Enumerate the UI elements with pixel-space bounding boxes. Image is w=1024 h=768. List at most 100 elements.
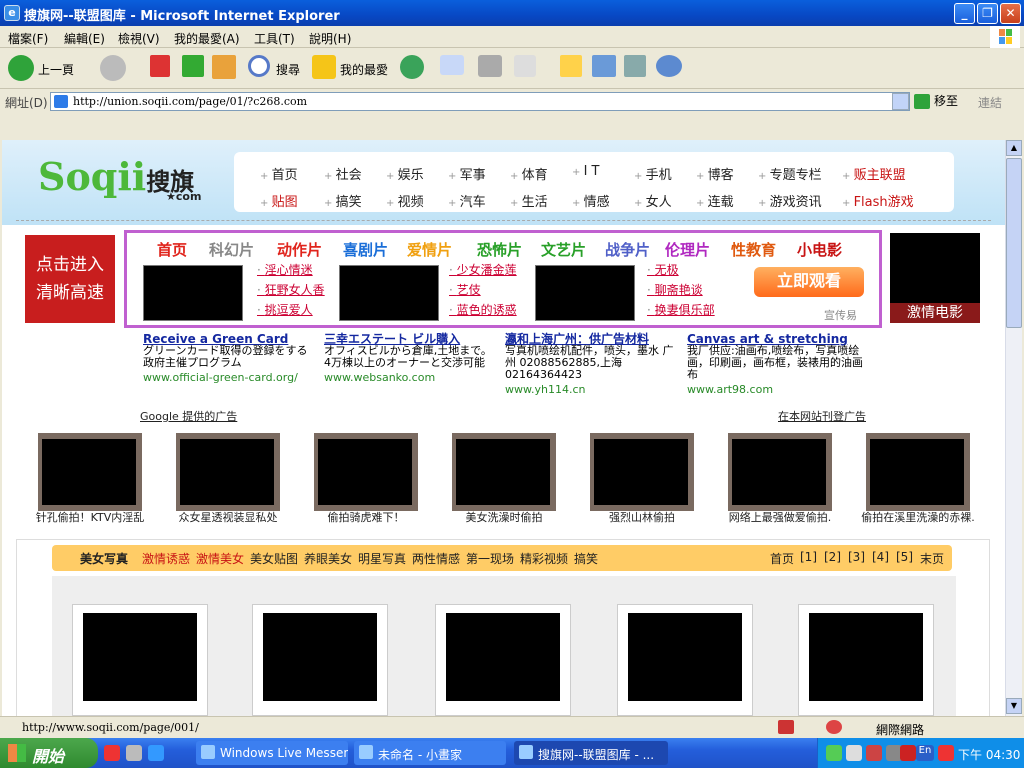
history-icon[interactable] [400,55,424,79]
address-input[interactable]: http://union.soqii.com/page/01/?c268.com [50,92,910,111]
nav-link[interactable]: 手机 [634,164,672,183]
forward-icon[interactable] [100,55,126,81]
ad-category-link[interactable]: 动作片 [277,239,322,260]
nav-link[interactable]: 专题专栏 [758,164,822,183]
nav-link[interactable]: 博客 [696,164,734,183]
ad-category-link[interactable]: 伦理片 [665,239,710,260]
media-icon[interactable] [624,55,646,77]
scroll-down-icon[interactable]: ▼ [1006,698,1022,714]
photo-card[interactable] [798,604,934,716]
pagination-link[interactable]: [4] [872,550,889,564]
pagination-link[interactable]: [2] [824,550,841,564]
category-link[interactable]: 明星写真 [358,550,406,567]
thumbnail[interactable] [728,433,832,511]
stop-icon[interactable] [150,55,170,77]
menu-view[interactable]: 檢視(V) [118,30,160,47]
site-logo[interactable]: Soqii搜旗 ★com [38,154,201,203]
ad-category-link[interactable]: 喜剧片 [343,239,388,260]
photo-thumbnail[interactable] [446,613,560,701]
taskbar-button-paint[interactable]: 未命名 - 小畫家 [354,741,506,765]
print-icon[interactable] [478,55,502,77]
nav-link[interactable]: 娱乐 [386,164,424,183]
start-button[interactable]: 開始 [0,738,98,768]
nav-link[interactable]: 首页 [260,164,298,183]
google-ad[interactable]: Receive a Green Card グリーンカード取得の登録をする 政府主… [143,333,319,384]
thumbnail-caption[interactable]: 针孔偷拍！KTV内淫乱 [20,509,160,525]
nav-link[interactable]: 生活 [510,191,548,210]
thumbnail[interactable] [314,433,418,511]
search-icon[interactable] [248,55,270,77]
thumbnail[interactable] [866,433,970,511]
thumbnail-image[interactable] [318,439,412,505]
ad-image[interactable] [535,265,635,321]
nav-link[interactable]: 搞笑 [324,191,362,210]
pagination-link[interactable]: 末页 [920,550,944,567]
tray-icon[interactable] [846,745,862,761]
nav-link[interactable]: 贩主联盟 [842,164,906,183]
nav-link[interactable]: 游戏资讯 [758,191,822,210]
thumbnail-caption[interactable]: 偷拍在溪里洗澡的赤裸. [848,509,988,525]
ad-category-link[interactable]: 战争片 [605,239,650,260]
nav-link[interactable]: 情感 [572,191,610,210]
category-link[interactable]: 第一现场 [466,550,514,567]
edit-icon[interactable] [514,55,536,77]
taskbar-button-messenger[interactable]: Windows Live Messen... [196,741,348,765]
google-ad[interactable]: Canvas art & stretching 我厂供应:油画布,喷绘布，写真喷… [687,333,863,396]
menu-edit[interactable]: 編輯(E) [64,30,105,47]
quicklaunch-icon[interactable] [148,745,164,761]
scroll-thumb[interactable] [1006,158,1022,328]
category-link[interactable]: 两性情感 [412,550,460,567]
scroll-up-icon[interactable]: ▲ [1006,140,1022,156]
ad-category-link[interactable]: 科幻片 [209,239,254,260]
pagination-link[interactable]: [3] [848,550,865,564]
ad-provider-label[interactable]: 宣传易 [824,307,857,323]
maximize-button[interactable]: ❐ [977,3,998,24]
thumbnail[interactable] [176,433,280,511]
back-icon[interactable] [8,55,34,81]
photo-thumbnail[interactable] [263,613,377,701]
research-icon[interactable] [592,55,616,77]
thumbnail[interactable] [38,433,142,511]
photo-card[interactable] [617,604,753,716]
nav-link[interactable]: Flash游戏 [842,191,914,210]
tray-icon[interactable] [866,745,882,761]
category-link[interactable]: 养眼美女 [304,550,352,567]
ad-link[interactable]: 狂野女人香 [257,281,325,298]
vertical-scrollbar[interactable]: ▲ ▼ [1005,140,1022,716]
address-dropdown-icon[interactable] [892,93,909,110]
pagination-link[interactable]: [1] [800,550,817,564]
nav-link[interactable]: 汽车 [448,191,486,210]
menu-help[interactable]: 說明(H) [309,30,351,47]
ad-category-link[interactable]: 文艺片 [541,239,586,260]
nav-link[interactable]: 贴图 [260,191,298,210]
ad-category-link[interactable]: 性教育 [731,239,776,260]
search-button[interactable]: 搜尋 [276,61,300,78]
thumbnail-image[interactable] [42,439,136,505]
watch-now-button[interactable]: 立即观看 [754,267,864,297]
ad-category-link[interactable]: 恐怖片 [477,239,522,260]
close-button[interactable]: ✕ [1000,3,1021,24]
ad-link[interactable]: 无极 [647,261,679,278]
photo-card[interactable] [252,604,388,716]
category-link[interactable]: 美女写真 [80,550,128,567]
home-icon[interactable] [212,55,236,79]
nav-link[interactable]: 连载 [696,191,734,210]
category-link[interactable]: 激情美女 [196,550,244,567]
nav-link[interactable]: 社会 [324,164,362,183]
photo-thumbnail[interactable] [83,613,197,701]
photo-thumbnail[interactable] [809,613,923,701]
thumbnail-caption[interactable]: 强烈山林偷拍 [572,509,712,525]
back-button[interactable]: 上一頁 [38,61,74,78]
pagination-link[interactable]: [5] [896,550,913,564]
nav-link[interactable]: I T [572,164,600,179]
thumbnail[interactable] [590,433,694,511]
ad-link[interactable]: 换妻俱乐部 [647,301,715,318]
menu-favorites[interactable]: 我的最愛(A) [174,30,240,47]
menu-tools[interactable]: 工具(T) [254,30,295,47]
google-ad[interactable]: 三幸エステート ビル購入 オフィスビルから倉庫,土地まで。 4万棟以上のオーナー… [324,333,500,384]
language-indicator[interactable]: En [916,745,934,761]
minimize-button[interactable]: _ [954,3,975,24]
thumbnail-caption[interactable]: 偷拍骑虎难下！ [296,509,436,525]
popup-blocked-icon[interactable] [778,720,794,734]
refresh-icon[interactable] [182,55,204,77]
